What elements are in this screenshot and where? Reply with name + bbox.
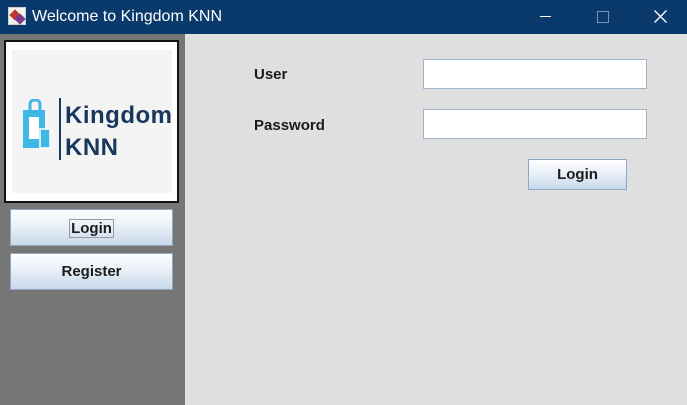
logo-text-line1: Kingdom bbox=[65, 102, 173, 129]
logo-panel: Kingdom KNN bbox=[4, 40, 179, 203]
login-button[interactable]: Login bbox=[528, 159, 627, 190]
user-label: User bbox=[254, 66, 288, 83]
close-icon bbox=[654, 10, 667, 23]
password-label: Password bbox=[254, 117, 325, 134]
sidebar-register-label: Register bbox=[61, 263, 122, 280]
java-app-icon[interactable] bbox=[8, 7, 26, 25]
title-bar: Welcome to Kingdom KNN bbox=[0, 0, 687, 34]
sidebar-register-button[interactable]: Register bbox=[10, 253, 173, 290]
sidebar-login-label: Login bbox=[69, 218, 114, 238]
minimize-button[interactable] bbox=[523, 0, 569, 34]
close-button[interactable] bbox=[637, 0, 683, 34]
sidebar: Kingdom KNN Login Register bbox=[0, 34, 185, 405]
logo-text-line2: KNN bbox=[65, 134, 119, 161]
minimize-icon bbox=[540, 16, 551, 17]
window-title: Welcome to Kingdom KNN bbox=[32, 8, 222, 25]
user-input[interactable] bbox=[423, 59, 647, 89]
password-input[interactable] bbox=[423, 109, 647, 139]
sidebar-login-button[interactable]: Login bbox=[10, 209, 173, 246]
shopping-bag-icon bbox=[23, 99, 51, 149]
kingdom-knn-logo: Kingdom KNN bbox=[12, 50, 172, 193]
maximize-icon bbox=[597, 11, 609, 23]
logo-divider bbox=[59, 98, 61, 160]
maximize-button[interactable] bbox=[579, 0, 625, 34]
